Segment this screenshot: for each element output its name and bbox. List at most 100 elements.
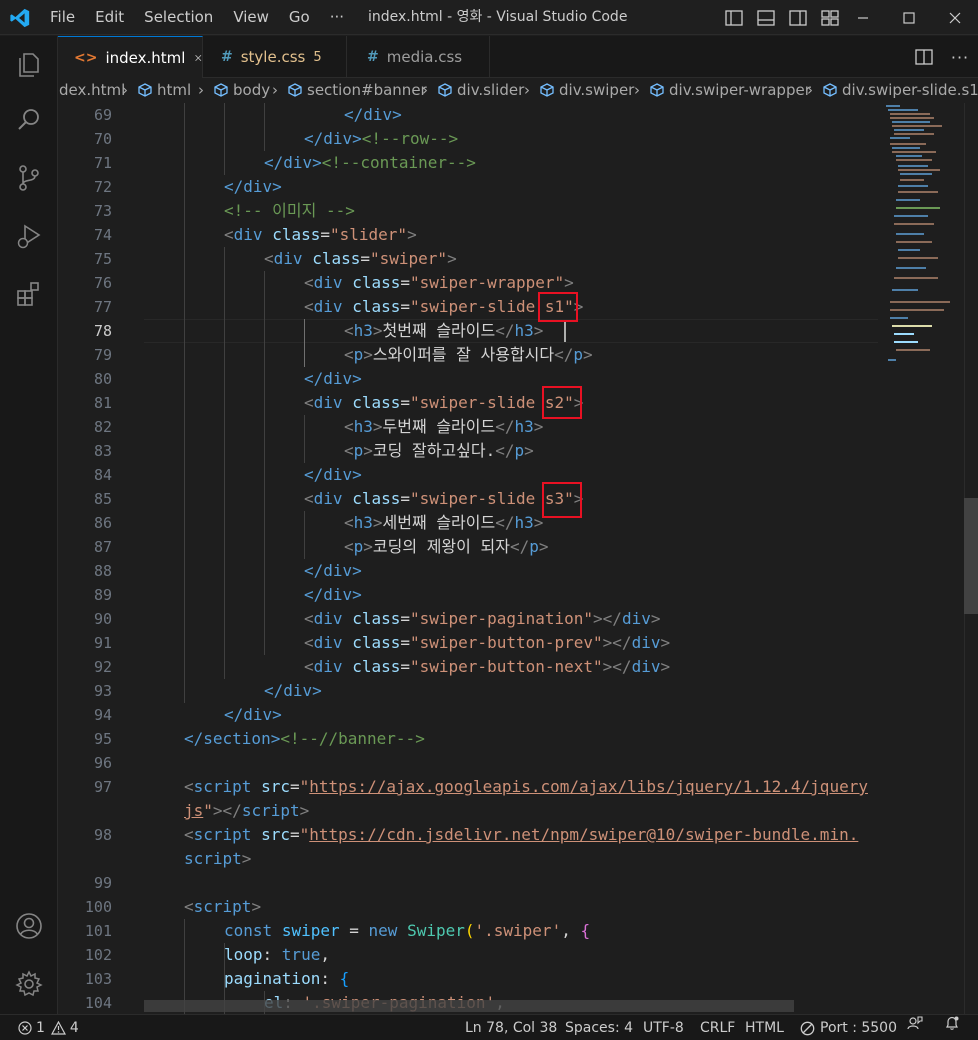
html-file-icon: <> [74,49,98,66]
close-window-icon[interactable] [932,0,978,35]
code-line-91: <div class="swiper-button-prev"></div> [304,633,671,652]
indent-guide [304,511,305,559]
close-tab-icon[interactable] [195,52,202,64]
line-number: 76 [93,274,112,292]
manage-gear-icon[interactable] [13,968,45,1000]
warning-count: 4 [69,1020,79,1036]
menu-view[interactable]: View [223,0,279,35]
breadcrumb-section[interactable]: section#banner [288,81,427,99]
extensions-icon[interactable] [13,278,45,310]
line-number: 100 [84,898,112,916]
line-number: 87 [93,538,112,556]
code-line-76: <div class="swiper-wrapper"> [304,273,574,292]
menu-bar: File Edit Selection View Go ··· [40,0,354,35]
code-line-82: <h3>두번째 슬라이드</h3> [344,417,544,436]
line-number: 96 [93,754,112,772]
window-title: index.html - 영화 - Visual Studio Code [368,9,628,25]
code-line-88: </div> [304,561,362,580]
breadcrumb-div-slider[interactable]: div.slider [438,81,524,99]
code-line-75: <div class="swiper"> [264,249,457,268]
error-count: 1 [36,1020,45,1036]
line-number: 97 [93,778,112,796]
element-icon [438,83,452,97]
source-control-icon[interactable] [13,162,45,194]
line-number: 82 [93,418,112,436]
breadcrumb-div-swiper-slide[interactable]: div.swiper-slide.s1 [823,81,978,99]
breadcrumb-html[interactable]: html [138,81,191,99]
tab-media-css[interactable]: # media.css [347,36,490,78]
vscode-logo-icon [10,8,30,28]
breadcrumb-file[interactable]: dex.html [59,81,125,99]
notifications-bell-icon[interactable] [944,1015,960,1031]
more-actions-icon[interactable]: ··· [942,48,978,67]
code-line-98-wrap: script> [184,849,252,868]
menu-file[interactable]: File [40,0,85,35]
code-line-71: </div><!--container--> [264,153,476,172]
encoding-status[interactable]: UTF-8 [643,1015,684,1040]
indent-guide [304,415,305,463]
element-icon [138,83,152,97]
code-line-101: const swiper = new Swiper('.swiper', { [224,921,591,940]
indent-guide [224,247,225,679]
toggle-secondary-sidebar-icon[interactable] [782,0,814,35]
code-line-83: <p>코딩 잘하고싶다.</p> [344,441,534,460]
line-number: 98 [93,826,112,844]
vertical-scrollbar-thumb[interactable] [964,498,978,614]
breadcrumb-body[interactable]: body [214,81,270,99]
error-icon [18,1021,32,1035]
menu-more[interactable]: ··· [320,0,354,35]
code-line-94: </div> [224,705,282,724]
text-cursor [564,320,566,342]
tab-index-html[interactable]: <> index.html [58,36,203,78]
toggle-primary-sidebar-icon[interactable] [718,0,750,35]
line-number: 94 [93,706,112,724]
indentation-status[interactable]: Spaces: 4 [565,1015,633,1040]
code-line-79: <p>스와이퍼를 잘 사용합시다</p> [344,345,593,364]
code-line-73: <!-- 이미지 --> [224,201,355,220]
title-bar: File Edit Selection View Go ··· index.ht… [0,0,978,35]
indent-guide [224,103,225,175]
cursor-position[interactable]: Ln 78, Col 38 [465,1015,557,1040]
eol-status[interactable]: CRLF [700,1015,735,1040]
horizontal-scrollbar-thumb[interactable] [144,1000,794,1012]
toggle-panel-icon[interactable] [750,0,782,35]
line-number: 71 [93,154,112,172]
line-number: 89 [93,586,112,604]
line-number: 95 [93,730,112,748]
tab-label: style.css [240,48,306,66]
element-icon [650,83,664,97]
menu-selection[interactable]: Selection [134,0,223,35]
accounts-icon[interactable] [13,910,45,942]
line-number: 79 [93,346,112,364]
element-icon [540,83,554,97]
menu-edit[interactable]: Edit [85,0,134,35]
line-number: 90 [93,610,112,628]
split-editor-icon[interactable] [906,49,942,65]
search-icon[interactable] [13,104,45,136]
code-line-74: <div class="slider"> [224,225,417,244]
line-number: 86 [93,514,112,532]
code-line-89: </div> [304,585,362,604]
line-number: 92 [93,658,112,676]
line-number: 80 [93,370,112,388]
run-and-debug-icon[interactable] [13,220,45,252]
code-line-72: </div> [224,177,282,196]
code-editor[interactable]: 69 70 71 72 73 74 75 76 77 78 79 80 81 8… [58,103,878,1014]
language-mode[interactable]: HTML [745,1015,784,1040]
indent-guide [264,271,265,655]
minimap[interactable] [878,103,964,1014]
element-icon [214,83,228,97]
menu-go[interactable]: Go [279,0,320,35]
layout-controls [718,0,846,35]
breadcrumb-div-swiper[interactable]: div.swiper [540,81,634,99]
feedback-icon[interactable] [907,1015,923,1031]
tab-style-css[interactable]: # style.css 5 [203,36,347,78]
code-line-92: <div class="swiper-button-next"></div> [304,657,671,676]
explorer-icon[interactable] [13,48,45,80]
problems-status[interactable]: 1 4 [18,1015,79,1040]
problems-badge: 5 [313,49,322,65]
minimize-icon[interactable] [840,0,886,35]
live-server-port[interactable]: Port : 5500 [800,1015,897,1040]
maximize-icon[interactable] [886,0,932,35]
breadcrumb-div-swiper-wrapper[interactable]: div.swiper-wrapper [650,81,811,99]
